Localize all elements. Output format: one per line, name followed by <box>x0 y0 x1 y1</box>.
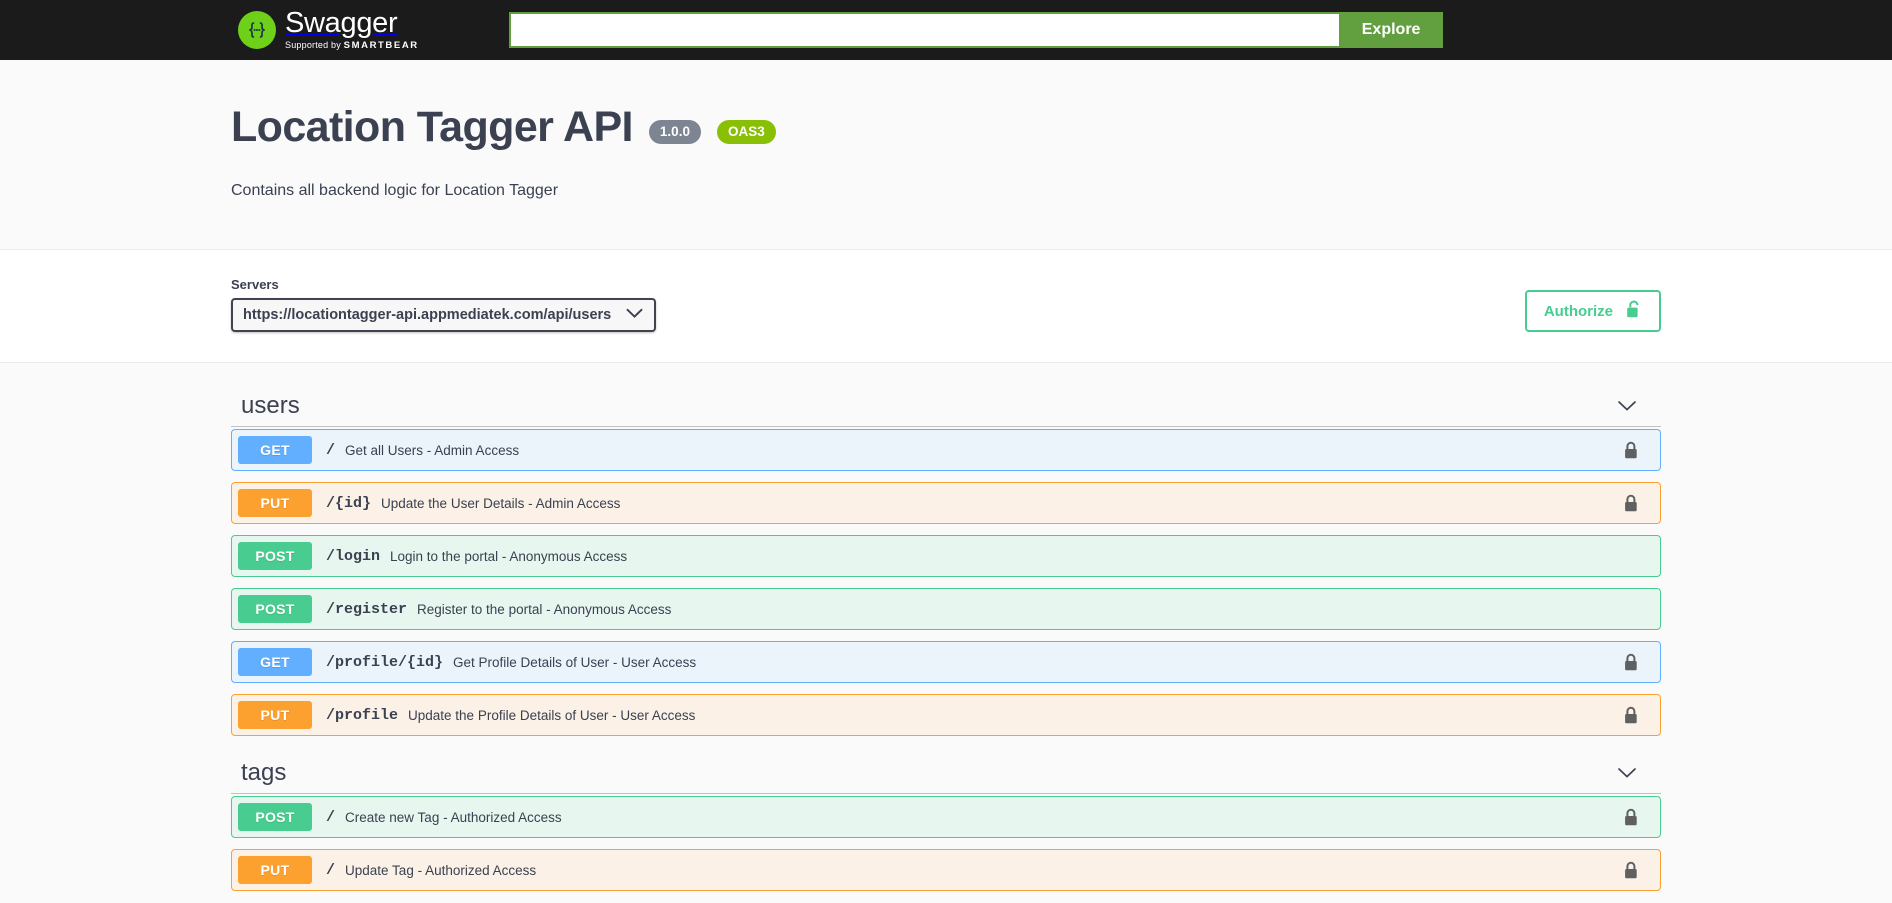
tag-header-users[interactable]: users <box>231 381 1661 428</box>
authorize-label: Authorize <box>1543 302 1613 320</box>
operation-row[interactable]: PUT/profile Update the Profile Details of… <box>231 694 1661 737</box>
operation-summary: Update the Profile Details of User - Use… <box>408 707 696 723</box>
tag-title: tags <box>241 759 287 787</box>
operation-row[interactable]: PUT /{id} Update the User Details - Admin … <box>231 482 1661 525</box>
api-description: Contains all backend logic for Location … <box>231 182 559 200</box>
tag-title: users <box>241 392 300 420</box>
tag-section-users: users GET / Get all Users - Admin Access PUT… <box>231 381 1661 737</box>
operation-path: / <box>326 441 336 459</box>
operation-list: POST / Create new Tag - Authorized Access P… <box>231 794 1661 892</box>
operation-path: /profile <box>326 706 399 724</box>
operation-summary: Create new Tag - Authorized Access <box>345 809 562 825</box>
operation-summary: Register to the portal - Anonymous Acces… <box>417 601 672 617</box>
explore-button[interactable]: Explore <box>1338 12 1444 48</box>
operation-summary: Update the User Details - Admin Access <box>381 495 621 511</box>
explore-form: Explore <box>508 12 1444 48</box>
method-badge-post: POST <box>238 542 312 571</box>
lock-icon[interactable] <box>1610 850 1652 890</box>
operation-summary: Login to the portal - Anonymous Access <box>390 548 628 564</box>
operation-row[interactable]: GET/profile/{id} Get Profile Details of U… <box>231 641 1661 684</box>
operation-row[interactable]: POST/register Register to the portal - An… <box>231 588 1661 631</box>
unlock-icon <box>1626 300 1642 322</box>
method-badge-get: GET <box>238 648 312 677</box>
method-badge-get: GET <box>238 436 312 465</box>
topbar: Swagger Supported by SMARTBEAR Explore <box>0 0 1892 60</box>
server-select-wrapper: https://locationtagger-api.appmediatek.c… <box>231 298 656 333</box>
lock-icon[interactable] <box>1610 430 1652 470</box>
version-badge: 1.0.0 <box>648 119 701 144</box>
servers-label: Servers <box>231 277 279 293</box>
swagger-braces-logo-icon <box>238 11 276 49</box>
method-badge-put: PUT <box>238 701 312 730</box>
operation-path: /register <box>326 600 408 618</box>
swagger-supported-by: Supported by SMARTBEAR <box>285 41 419 51</box>
oas-badge: OAS3 <box>716 119 776 144</box>
operation-summary: Get all Users - Admin Access <box>345 442 520 458</box>
chevron-down-icon[interactable] <box>1617 767 1637 779</box>
method-badge-post: POST <box>238 803 312 832</box>
tag-sections: users GET / Get all Users - Admin Access PUT… <box>231 381 1661 892</box>
lock-icon[interactable] <box>1610 483 1652 523</box>
api-url-input[interactable] <box>508 12 1339 48</box>
server-select[interactable]: https://locationtagger-api.appmediatek.c… <box>231 298 656 333</box>
page-title: Location Tagger API <box>231 103 634 151</box>
tag-section-tags: tags POST / Create new Tag - Authorized Acc… <box>231 748 1661 892</box>
scheme-container: Servers https://locationtagger-api.appme… <box>0 250 1892 364</box>
operation-path: /{id} <box>326 494 372 512</box>
operation-row[interactable]: POST / Create new Tag - Authorized Access <box>231 796 1661 839</box>
swagger-wordmark: Swagger <box>285 7 398 40</box>
operation-path: /login <box>326 547 381 565</box>
swagger-logo-link[interactable]: Swagger Supported by SMARTBEAR <box>238 9 419 51</box>
lock-icon[interactable] <box>1610 695 1652 735</box>
api-title-row: Location Tagger API 1.0.0 OAS3 <box>231 103 1661 151</box>
chevron-down-icon[interactable] <box>1617 400 1637 412</box>
operation-path: / <box>326 861 336 879</box>
operation-summary: Get Profile Details of User - User Acces… <box>453 654 697 670</box>
api-info-block: Location Tagger API 1.0.0 OAS3 Contains … <box>0 60 1892 251</box>
lock-icon[interactable] <box>1610 642 1652 682</box>
smartbear-brand: SMARTBEAR <box>343 40 419 52</box>
servers-group: Servers https://locationtagger-api.appme… <box>231 277 656 333</box>
tag-header-tags[interactable]: tags <box>231 748 1661 795</box>
authorize-button[interactable]: Authorize <box>1524 290 1661 333</box>
operation-row[interactable]: POST/login Login to the portal - Anonymou… <box>231 535 1661 578</box>
method-badge-put: PUT <box>238 489 312 518</box>
method-badge-put: PUT <box>238 856 312 885</box>
method-badge-post: POST <box>238 595 312 624</box>
operation-summary: Update Tag - Authorized Access <box>345 862 537 878</box>
operation-list: GET / Get all Users - Admin Access PUT /{id}… <box>231 427 1661 737</box>
swagger-logo-text: Swagger Supported by SMARTBEAR <box>285 9 419 51</box>
supported-by-prefix: Supported by <box>285 40 341 51</box>
operation-path: /profile/{id} <box>326 653 444 671</box>
lock-icon[interactable] <box>1610 797 1652 837</box>
operation-path: / <box>326 808 336 826</box>
operation-row[interactable]: GET / Get all Users - Admin Access <box>231 429 1661 472</box>
operations-container: users GET / Get all Users - Admin Access PUT… <box>0 363 1892 892</box>
operation-row[interactable]: PUT / Update Tag - Authorized Access <box>231 849 1661 892</box>
